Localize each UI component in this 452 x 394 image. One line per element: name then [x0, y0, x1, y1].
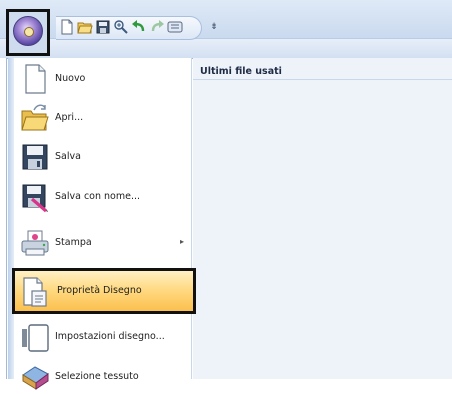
zoom-icon[interactable] — [113, 19, 129, 35]
print-icon — [21, 230, 49, 256]
fabric-selection-icon — [22, 366, 49, 390]
submenu-arrow-icon: ▸ — [179, 237, 184, 246]
menu-item-label: Stampa — [55, 237, 92, 248]
application-button[interactable] — [6, 9, 50, 56]
menu-item-save-as[interactable]: Salva con nome... — [12, 180, 190, 214]
menu-item-open[interactable]: Apri... — [12, 101, 190, 135]
save-as-icon — [22, 184, 48, 213]
menu-item-label: Impostazioni disegno... — [55, 331, 165, 342]
undo-icon[interactable] — [131, 19, 147, 35]
open-icon[interactable] — [77, 19, 93, 35]
menu-item-label: Proprietà Disegno — [57, 285, 142, 296]
open-folder-icon — [21, 104, 49, 131]
menu-item-label: Salva con nome... — [55, 191, 141, 202]
menu-item-label: Salva — [55, 151, 81, 162]
menu-item-fabric-selection[interactable]: Selezione tessuto — [12, 360, 190, 394]
application-orb-icon — [13, 16, 43, 46]
ribbon-strip — [0, 38, 452, 58]
menu-item-new[interactable]: Nuovo — [12, 62, 190, 96]
recent-files-header: Ultimi file usati — [193, 58, 452, 80]
redo-icon[interactable] — [149, 19, 165, 35]
menu-item-label: Selezione tessuto — [55, 371, 139, 382]
view-icon[interactable] — [167, 19, 183, 35]
new-icon[interactable] — [59, 19, 75, 35]
menu-item-label: Apri... — [55, 112, 84, 123]
menu-item-label: Nuovo — [55, 73, 86, 84]
menu-item-save[interactable]: Salva — [12, 140, 190, 174]
menu-item-design-settings[interactable]: Impostazioni disegno... — [12, 320, 190, 354]
design-properties-icon — [23, 277, 47, 307]
save-floppy-icon — [22, 144, 48, 170]
customize-toolbar-dropdown[interactable]: ⇟ — [208, 20, 220, 34]
recent-files-pane: Ultimi file usati — [193, 58, 452, 379]
new-document-icon — [25, 64, 46, 94]
menu-item-design-properties[interactable]: Proprietà Disegno — [12, 268, 196, 314]
save-icon[interactable] — [95, 19, 111, 35]
menu-item-print[interactable]: Stampa ▸ — [12, 226, 190, 260]
design-settings-icon — [22, 324, 49, 352]
